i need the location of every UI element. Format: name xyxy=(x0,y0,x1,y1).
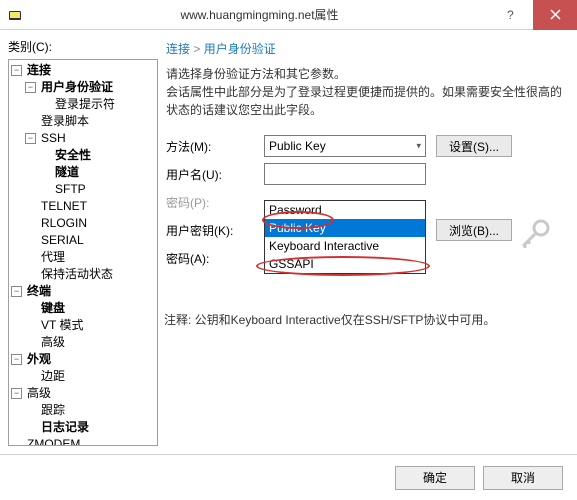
tree-item-label: TELNET xyxy=(39,198,89,215)
tree-item[interactable]: 代理 xyxy=(9,249,157,266)
tree-item-label: ZMODEM xyxy=(25,436,82,446)
setup-button[interactable]: 设置(S)... xyxy=(436,135,512,157)
tree-item[interactable]: 登录脚本 xyxy=(9,113,157,130)
tree-item[interactable]: −连接 xyxy=(9,62,157,79)
collapse-icon[interactable]: − xyxy=(25,82,36,93)
breadcrumb-a: 连接 xyxy=(166,42,190,56)
dropdown-option[interactable]: Password xyxy=(265,201,425,219)
username-label: 用户名(U): xyxy=(166,166,264,183)
chevron-down-icon: ▾ xyxy=(416,141,421,152)
tree-item-label: RLOGIN xyxy=(39,215,89,232)
tree-item[interactable]: −外观 xyxy=(9,351,157,368)
tree-item-label: SERIAL xyxy=(39,232,86,249)
dropdown-option[interactable]: Public Key xyxy=(265,219,425,237)
tree-item[interactable]: 跟踪 xyxy=(9,402,157,419)
tree-item-label: 终端 xyxy=(25,283,53,300)
titlebar: www.huangmingming.net属性 ? xyxy=(0,0,577,30)
tree-item[interactable]: 高级 xyxy=(9,334,157,351)
dialog-footer: 确定 取消 xyxy=(0,454,577,500)
help-button[interactable]: ? xyxy=(489,0,533,30)
tree-item[interactable]: 边距 xyxy=(9,368,157,385)
tree-item[interactable]: 日志记录 xyxy=(9,419,157,436)
window-title: www.huangmingming.net属性 xyxy=(30,6,489,23)
method-label: 方法(M): xyxy=(166,138,264,155)
app-icon xyxy=(0,0,30,30)
tree-item[interactable]: 隧道 xyxy=(9,164,157,181)
svg-text:?: ? xyxy=(507,9,514,21)
tree-item-label: VT 模式 xyxy=(39,317,85,334)
ok-button[interactable]: 确定 xyxy=(395,466,475,490)
close-button[interactable] xyxy=(533,0,577,30)
tree-item-label: 安全性 xyxy=(53,147,93,164)
breadcrumb: 连接 > 用户身份验证 xyxy=(164,38,569,65)
collapse-icon[interactable]: − xyxy=(11,388,22,399)
collapse-icon[interactable]: − xyxy=(25,133,36,144)
tree-item[interactable]: 保持活动状态 xyxy=(9,266,157,283)
tree-item-label: 键盘 xyxy=(39,300,67,317)
passphrase-label: 密码(A): xyxy=(166,250,264,267)
tree-item-label: 用户身份验证 xyxy=(39,79,115,96)
password-label: 密码(P): xyxy=(166,194,264,211)
description: 请选择身份验证方法和其它参数。 会话属性中此部分是为了登录过程更便捷而提供的。如… xyxy=(164,65,569,133)
method-dropdown-list[interactable]: PasswordPublic KeyKeyboard InteractiveGS… xyxy=(264,200,426,274)
collapse-icon[interactable]: − xyxy=(11,65,22,76)
tree-item-label: SSH xyxy=(39,130,68,147)
collapse-icon[interactable]: − xyxy=(11,354,22,365)
key-icon xyxy=(517,216,551,253)
tree-item-label: 连接 xyxy=(25,62,53,79)
tree-item[interactable]: 键盘 xyxy=(9,300,157,317)
tree-item-label: 高级 xyxy=(39,334,67,351)
tree-item-label: 代理 xyxy=(39,249,67,266)
tree-item[interactable]: −用户身份验证 xyxy=(9,79,157,96)
tree-item[interactable]: −终端 xyxy=(9,283,157,300)
tree-item-label: 边距 xyxy=(39,368,67,385)
tree-item[interactable]: SFTP xyxy=(9,181,157,198)
tree-item[interactable]: −SSH xyxy=(9,130,157,147)
method-combo[interactable]: Public Key ▾ xyxy=(264,135,426,157)
tree-item-label: 登录脚本 xyxy=(39,113,91,130)
tree-item[interactable]: 安全性 xyxy=(9,147,157,164)
tree-item[interactable]: ZMODEM xyxy=(9,436,157,446)
category-tree[interactable]: −连接−用户身份验证登录提示符登录脚本−SSH安全性隧道SFTPTELNETRL… xyxy=(8,59,158,446)
tree-item-label: 外观 xyxy=(25,351,53,368)
tree-item-label: 跟踪 xyxy=(39,402,67,419)
tree-item[interactable]: 登录提示符 xyxy=(9,96,157,113)
tree-item-label: 高级 xyxy=(25,385,53,402)
breadcrumb-b: 用户身份验证 xyxy=(204,42,276,56)
tree-item[interactable]: −高级 xyxy=(9,385,157,402)
tree-item[interactable]: SERIAL xyxy=(9,232,157,249)
method-value: Public Key xyxy=(269,139,326,153)
username-input[interactable] xyxy=(264,163,426,185)
breadcrumb-sep: > xyxy=(193,42,200,56)
desc-line2: 会话属性中此部分是为了登录过程更便捷而提供的。如果需要安全性很高的状态的话建议您… xyxy=(166,83,567,119)
tree-item-label: 日志记录 xyxy=(39,419,91,436)
tree-item[interactable]: TELNET xyxy=(9,198,157,215)
tree-item[interactable]: RLOGIN xyxy=(9,215,157,232)
browse-button[interactable]: 浏览(B)... xyxy=(436,219,512,241)
tree-item[interactable]: VT 模式 xyxy=(9,317,157,334)
dropdown-option[interactable]: Keyboard Interactive xyxy=(265,237,425,255)
note-text: 注释: 公钥和Keyboard Interactive仅在SSH/SFTP协议中… xyxy=(164,273,569,328)
tree-item-label: SFTP xyxy=(53,181,88,198)
category-label: 类别(C): xyxy=(8,38,158,55)
cancel-button[interactable]: 取消 xyxy=(483,466,563,490)
collapse-icon[interactable]: − xyxy=(11,286,22,297)
dropdown-option[interactable]: GSSAPI xyxy=(265,255,425,273)
desc-line1: 请选择身份验证方法和其它参数。 xyxy=(166,65,567,83)
tree-item-label: 登录提示符 xyxy=(53,96,117,113)
tree-item-label: 保持活动状态 xyxy=(39,266,115,283)
userkey-label: 用户密钥(K): xyxy=(166,222,264,239)
tree-item-label: 隧道 xyxy=(53,164,81,181)
